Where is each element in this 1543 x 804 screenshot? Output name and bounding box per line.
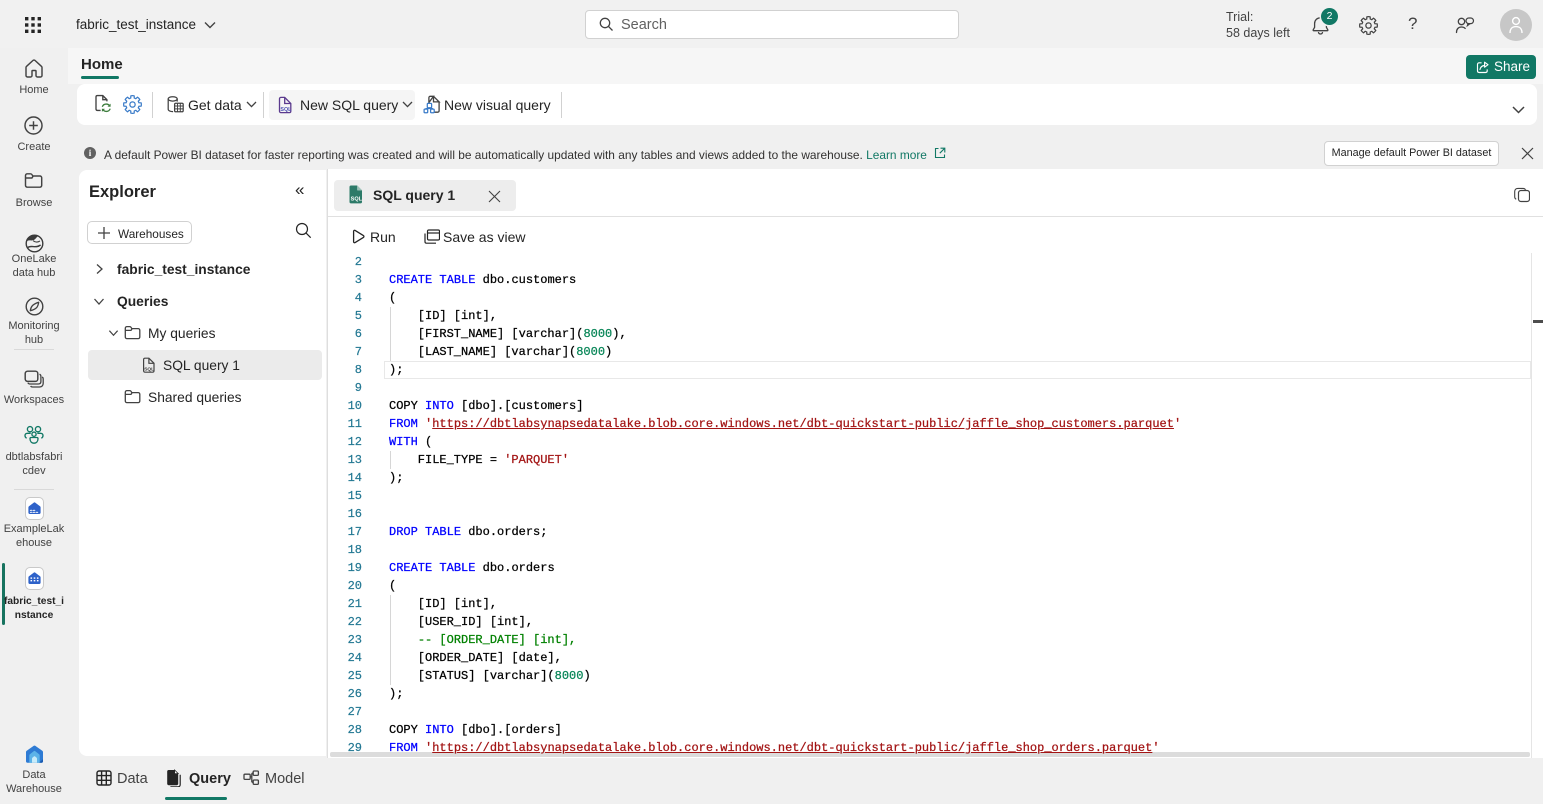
svg-text:SQL: SQL (144, 367, 154, 373)
svg-text:SQL: SQL (280, 107, 292, 113)
svg-text:SQL: SQL (351, 196, 363, 202)
